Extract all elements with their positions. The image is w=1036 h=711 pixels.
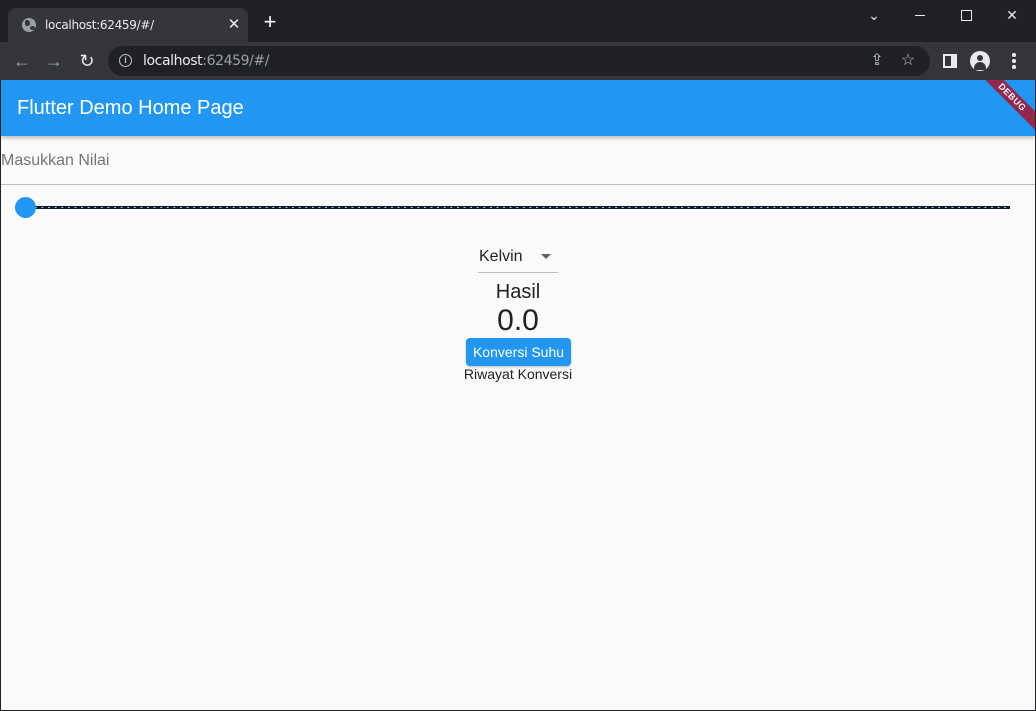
result-value: 0.0	[497, 304, 539, 337]
back-icon[interactable]: ←	[11, 50, 33, 72]
browser-tab-bar: localhost:62459/#/ ✕ + ⌄ ✕	[0, 0, 1036, 42]
dropdown-arrow-icon	[541, 254, 551, 259]
unit-dropdown[interactable]: Kelvin	[478, 244, 558, 273]
address-bar[interactable]: i localhost:62459/#/ ⇪ ☆	[108, 46, 930, 76]
input-label: Masukkan Nilai	[1, 152, 110, 169]
app-viewport: Flutter Demo Home Page DEBUG Masukkan Ni…	[1, 80, 1035, 710]
bookmark-star-icon[interactable]: ☆	[899, 52, 917, 70]
tab-title: localhost:62459/#/	[45, 18, 154, 32]
app-bar: Flutter Demo Home Page	[1, 80, 1035, 136]
close-tab-icon[interactable]: ✕	[226, 17, 242, 33]
page-title: Flutter Demo Home Page	[17, 97, 244, 119]
slider-ticks	[26, 207, 1010, 208]
window-border-left	[0, 80, 1, 711]
share-icon[interactable]: ⇪	[868, 52, 886, 70]
result-label: Hasil	[495, 281, 541, 303]
history-label: Riwayat Konversi	[463, 366, 573, 382]
reload-icon[interactable]: ↻	[76, 50, 98, 72]
forward-icon[interactable]: →	[43, 50, 65, 72]
value-input-field[interactable]: Masukkan Nilai	[1, 136, 1035, 185]
convert-button[interactable]: Konversi Suhu	[466, 338, 571, 366]
new-tab-icon[interactable]: +	[260, 11, 280, 33]
url-text: localhost:62459/#/	[143, 53, 270, 69]
browser-toolbar: ← → ↻ i localhost:62459/#/ ⇪ ☆	[0, 42, 1036, 80]
side-panel-icon[interactable]	[943, 54, 957, 68]
more-menu-icon[interactable]	[1012, 53, 1016, 69]
globe-icon	[22, 18, 36, 32]
site-info-icon[interactable]: i	[119, 54, 132, 67]
close-window-icon[interactable]: ✕	[989, 0, 1035, 32]
maximize-icon[interactable]	[943, 0, 989, 32]
tab-search-icon[interactable]: ⌄	[851, 0, 897, 32]
minimize-icon[interactable]	[897, 0, 943, 32]
profile-avatar-icon[interactable]	[970, 51, 990, 71]
slider-thumb[interactable]	[15, 197, 36, 218]
dropdown-selected-value: Kelvin	[479, 248, 523, 265]
browser-tab[interactable]: localhost:62459/#/ ✕	[8, 8, 248, 42]
